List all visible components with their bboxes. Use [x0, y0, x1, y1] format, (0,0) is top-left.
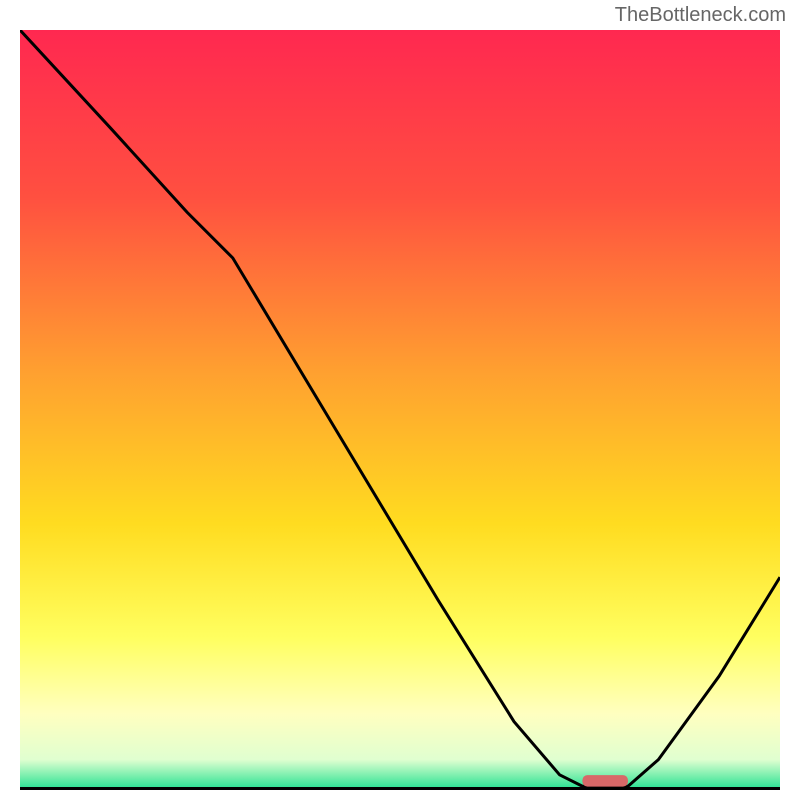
plot-area — [20, 30, 780, 790]
watermark-text: TheBottleneck.com — [615, 4, 786, 27]
chart-svg — [20, 30, 780, 790]
chart-container: TheBottleneck.com — [0, 0, 800, 800]
optimal-marker — [582, 775, 628, 786]
gradient-background — [20, 30, 780, 790]
